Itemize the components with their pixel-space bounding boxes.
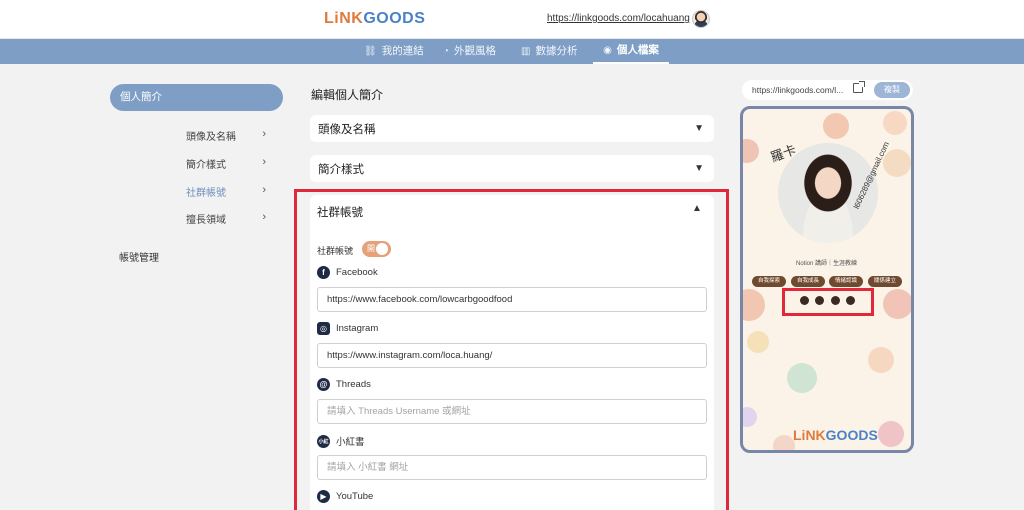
chevron-right-icon: ›	[262, 128, 266, 140]
sidebar-item-avatar-name[interactable]: 頭像及名稱 ›	[186, 128, 266, 143]
decor-dot	[878, 421, 904, 447]
sidebar-item-expertise[interactable]: 擅長領域 ›	[186, 211, 266, 226]
preview-tag[interactable]: 自我成長	[791, 276, 825, 287]
external-link-icon[interactable]	[853, 81, 865, 93]
preview-brand-logo: LiNKGOODS	[793, 427, 878, 443]
user-page-url[interactable]: https://linkgoods.com/locahuang	[547, 13, 690, 24]
highlight-preview-icons	[782, 288, 874, 316]
chevron-right-icon: ›	[262, 156, 266, 168]
preview-tag[interactable]: 自我探索	[752, 276, 786, 287]
copy-button[interactable]: 複製	[874, 82, 910, 98]
decor-dot	[883, 149, 911, 177]
top-header: LiNKGOODS https://linkgoods.com/locahuan…	[0, 0, 1024, 39]
link-icon: ⛓	[364, 46, 377, 57]
decor-dot	[773, 435, 795, 450]
decor-dot	[747, 331, 769, 353]
preview-subtitle: Notion 講師｜生涯教練	[796, 261, 858, 267]
linkgoods-logo[interactable]: LiNKGOODS	[324, 10, 425, 28]
page-title: 編輯個人簡介	[311, 88, 384, 102]
main-nav: ⛓ 我的連結 ◔ 外觀風格 ▥ 數據分析 ◉ 個人檔案	[0, 39, 1024, 64]
decor-dot	[787, 363, 817, 393]
decor-dot	[823, 113, 849, 139]
accordion-intro-style[interactable]: 簡介樣式 ▼	[310, 155, 714, 182]
tab-analytics[interactable]: ▥ 數據分析	[521, 39, 577, 64]
sidebar-item-social-accounts[interactable]: 社群帳號 ›	[186, 184, 266, 199]
decor-dot	[883, 289, 911, 319]
tab-my-links[interactable]: ⛓ 我的連結	[364, 39, 424, 64]
sidebar-item-profile-intro[interactable]: 個人簡介	[110, 84, 283, 111]
highlight-social-section	[294, 189, 729, 510]
decor-dot	[868, 347, 894, 373]
tab-appearance[interactable]: ◔ 外觀風格	[443, 39, 496, 64]
accordion-avatar-name[interactable]: 頭像及名稱 ▼	[310, 115, 714, 142]
chevron-right-icon: ›	[262, 211, 266, 223]
decor-dot	[743, 139, 759, 163]
user-icon: ◉	[603, 45, 612, 56]
sidebar-item-intro-style[interactable]: 簡介樣式 ›	[186, 156, 266, 171]
decor-dot	[883, 111, 907, 135]
decor-dot	[743, 407, 757, 427]
chevron-down-icon: ▼	[694, 163, 704, 174]
decor-dot	[743, 289, 765, 321]
chart-icon: ▥	[521, 46, 531, 57]
sidebar-item-account-management[interactable]: 帳號管理	[119, 249, 159, 264]
preview-tag[interactable]: 關係建立	[868, 276, 902, 287]
chevron-right-icon: ›	[262, 184, 266, 196]
chevron-down-icon: ▼	[694, 123, 704, 134]
palette-icon: ◔	[443, 46, 450, 57]
tab-profile[interactable]: ◉ 個人檔案	[593, 39, 669, 64]
preview-tag[interactable]: 情緒認識	[829, 276, 863, 287]
avatar[interactable]	[692, 10, 710, 28]
